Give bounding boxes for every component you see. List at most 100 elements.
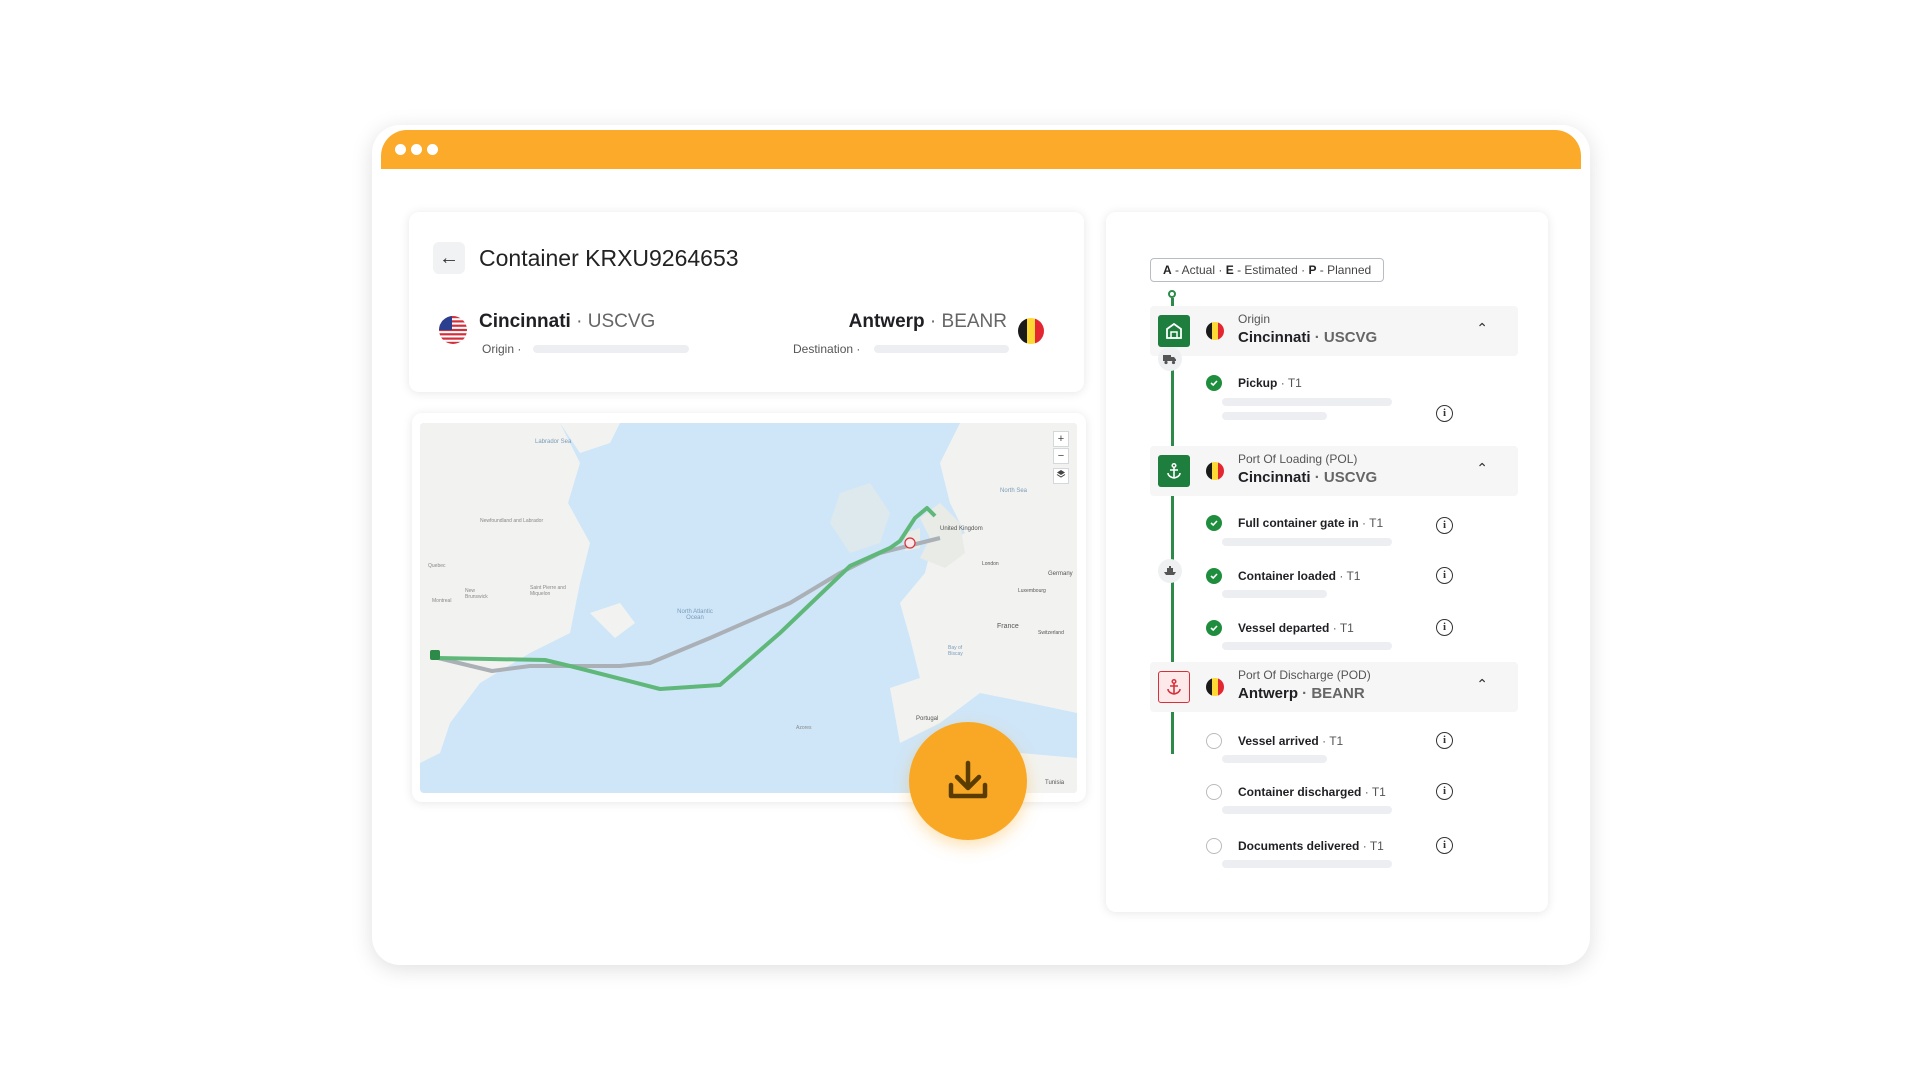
window-dot-minimize[interactable] <box>411 144 422 155</box>
status-legend: A - Actual · E - Estimated · P - Planned <box>1150 258 1385 282</box>
empty-circle-icon <box>1206 784 1222 800</box>
stage-pol-city-name: Cincinnati <box>1238 469 1311 486</box>
event-date-placeholder <box>1222 590 1327 598</box>
info-icon[interactable]: i <box>1436 837 1453 854</box>
info-icon[interactable]: i <box>1436 783 1453 800</box>
map-zoom-in-button[interactable]: + <box>1053 431 1069 447</box>
info-icon[interactable]: i <box>1436 732 1453 749</box>
event-terminal: · T1 <box>1280 376 1302 390</box>
map-label-azores: Azores <box>796 725 812 731</box>
event-date-placeholder <box>1222 642 1392 650</box>
event-name: Vessel arrived · T1 <box>1238 734 1343 748</box>
legend-separator: · <box>1218 263 1223 277</box>
belgium-flag-icon <box>1018 318 1044 344</box>
origin-port-marker[interactable] <box>430 650 440 660</box>
stage-pol-code: USCVG <box>1323 469 1378 486</box>
arrow-left-icon: ← <box>439 246 459 269</box>
chevron-up-icon[interactable]: ⌃ <box>1476 676 1488 693</box>
belgium-flag-icon <box>1206 678 1224 696</box>
chevron-up-icon[interactable]: ⌃ <box>1476 320 1488 337</box>
ship-stage-marker <box>1158 559 1182 583</box>
timeline-card: A - Actual · E - Estimated · P - Planned… <box>1106 212 1548 912</box>
event-name: Full container gate in · T1 <box>1238 516 1383 530</box>
event-title: Full container gate in <box>1238 516 1359 530</box>
stage-origin-icon-box <box>1158 315 1190 347</box>
map-label-luxembourg: Luxembourg <box>1018 588 1046 594</box>
stage-pol-label: Port Of Loading (POL) <box>1238 452 1358 466</box>
origin-date-placeholder <box>533 345 689 353</box>
map-label-quebec: Quebec <box>428 563 446 569</box>
event-date-placeholder <box>1222 398 1392 406</box>
info-icon[interactable]: i <box>1436 405 1453 422</box>
check-circle-icon <box>1206 620 1222 636</box>
download-button[interactable] <box>909 722 1027 840</box>
event-terminal: · T1 <box>1362 839 1384 853</box>
event-date-placeholder <box>1222 412 1327 420</box>
window-dot-maximize[interactable] <box>427 144 438 155</box>
map-label-north-sea: North Sea <box>1000 488 1028 494</box>
stage-port-of-discharge[interactable]: Port Of Discharge (POD) Antwerp · BEANR … <box>1150 662 1518 712</box>
stage-port-of-loading[interactable]: Port Of Loading (POL) Cincinnati · USCVG… <box>1150 446 1518 496</box>
event-terminal: · T1 <box>1332 621 1354 635</box>
legend-a-text: - Actual <box>1171 263 1216 277</box>
empty-circle-icon <box>1206 733 1222 749</box>
us-flag-icon <box>439 316 467 344</box>
check-circle-icon <box>1206 375 1222 391</box>
event-title: Container loaded <box>1238 569 1337 583</box>
stage-origin-label: Origin <box>1238 312 1271 326</box>
stage-origin[interactable]: Origin Cincinnati · USCVG ⌃ <box>1150 306 1518 356</box>
stage-pol-city: Cincinnati · USCVG <box>1238 468 1377 488</box>
check-circle-icon <box>1206 515 1222 531</box>
legend-a-key: A <box>1163 263 1172 277</box>
info-icon[interactable]: i <box>1436 619 1453 636</box>
layers-icon <box>1056 470 1066 478</box>
chevron-up-icon[interactable]: ⌃ <box>1476 460 1488 477</box>
map-label-new-brunswick: New Brunswick <box>465 588 488 600</box>
window-dot-close[interactable] <box>395 144 406 155</box>
event-terminal: · T1 <box>1339 569 1361 583</box>
event-date-placeholder <box>1222 755 1327 763</box>
info-icon[interactable]: i <box>1436 567 1453 584</box>
destination-separator: · <box>929 311 937 332</box>
map-label-france: France <box>997 623 1019 630</box>
stage-pod-icon-box <box>1158 671 1190 703</box>
origin-label: Origin · <box>482 342 522 356</box>
truck-icon <box>1163 355 1176 365</box>
belgium-flag-icon <box>1206 462 1224 480</box>
stage-origin-city: Cincinnati · USCVG <box>1238 328 1377 348</box>
event-title: Pickup <box>1238 376 1278 390</box>
legend-separator: · <box>1301 263 1306 277</box>
stage-pod-label: Port Of Discharge (POD) <box>1238 668 1371 682</box>
event-date-placeholder <box>1222 860 1392 868</box>
destination-city-name: Antwerp <box>848 311 925 332</box>
legend-p-text: - Planned <box>1316 263 1372 277</box>
destination-label: Destination · <box>793 342 861 356</box>
event-date-placeholder <box>1222 538 1392 546</box>
map-layers-button[interactable] <box>1053 468 1069 484</box>
page-title: Container KRXU9264653 <box>479 245 739 271</box>
info-icon[interactable]: i <box>1436 517 1453 534</box>
origin-separator: · <box>576 311 583 332</box>
event-title: Vessel arrived <box>1238 734 1319 748</box>
map-label-saint-pierre: Saint Pierre and Miquelon <box>530 585 566 597</box>
event-name: Pickup · T1 <box>1238 376 1302 390</box>
map-label-germany: Germany <box>1048 571 1073 577</box>
stage-origin-separator: · <box>1314 329 1320 346</box>
ship-icon <box>1164 566 1176 575</box>
event-date-placeholder <box>1222 806 1392 814</box>
empty-circle-icon <box>1206 838 1222 854</box>
container-header-card: ← Container KRXU9264653 Cincinnati · USC… <box>409 212 1084 392</box>
timeline-start-dot <box>1168 290 1176 298</box>
legend-e-key: E <box>1225 263 1234 277</box>
event-title: Container discharged <box>1238 785 1362 799</box>
back-button[interactable]: ← <box>433 242 465 274</box>
map-zoom-out-button[interactable]: − <box>1053 448 1069 464</box>
origin-city-name: Cincinnati <box>479 311 571 332</box>
map-label-tunisia: Tunisia <box>1045 780 1065 786</box>
event-name: Container loaded · T1 <box>1238 569 1360 583</box>
anchor-icon <box>1167 462 1181 479</box>
anchor-icon <box>1167 678 1181 695</box>
stage-origin-city-name: Cincinnati <box>1238 329 1311 346</box>
destination-port-marker[interactable] <box>904 537 916 549</box>
origin-city: Cincinnati · USCVG <box>479 310 655 334</box>
